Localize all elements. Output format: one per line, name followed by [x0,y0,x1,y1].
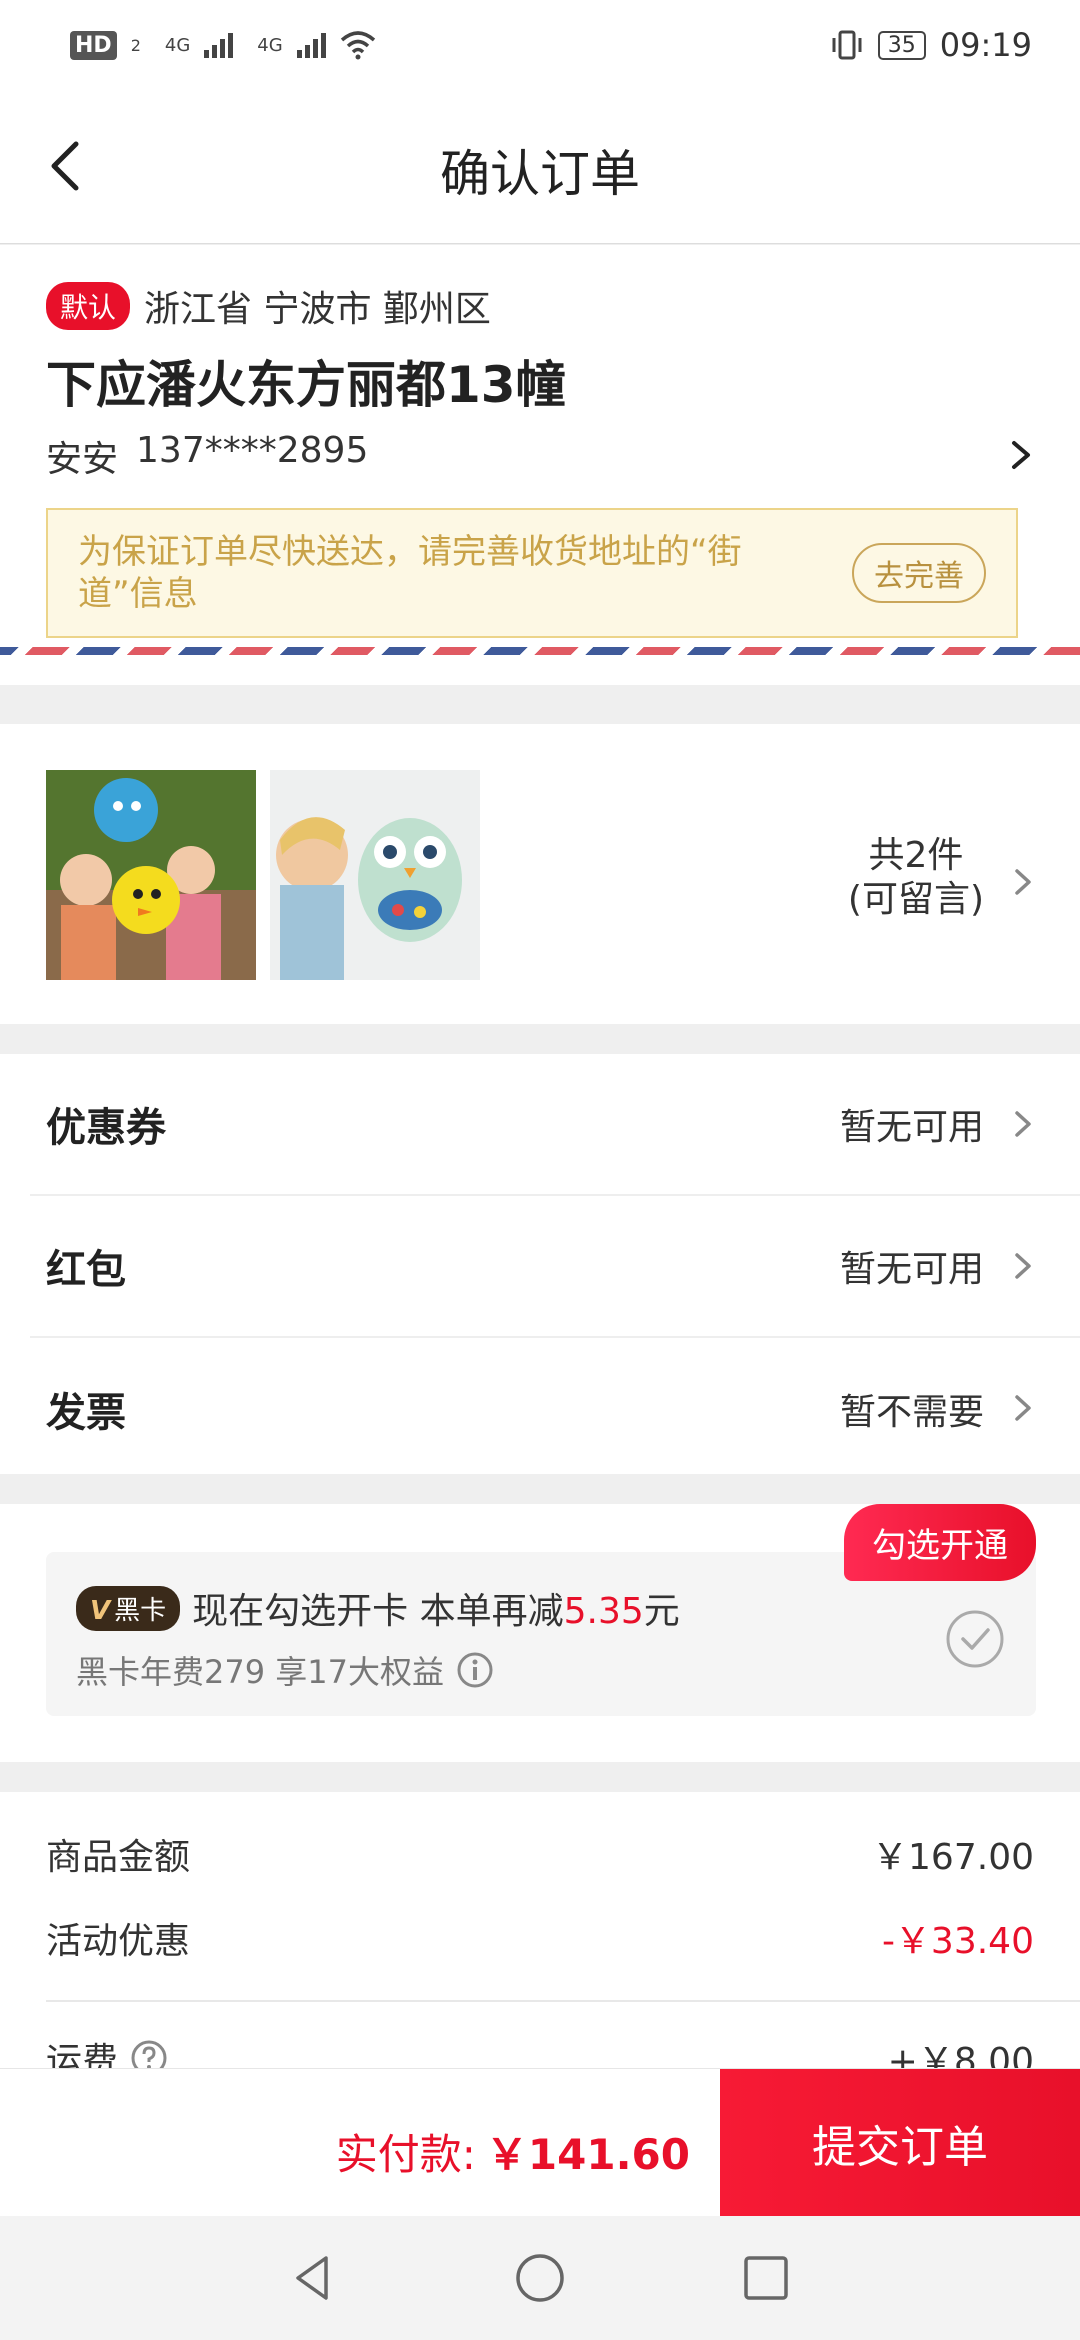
red-packet-value: 暂无可用 [839,1249,984,1290]
status-left: HD 2 4G 4G [70,30,376,60]
promo-prefix: 现在勾选开卡 本单再减 [192,1591,564,1632]
shipping-address-card[interactable]: 默认 浙江省 宁波市 鄞州区 下应潘火东方丽都13幢 安安 137****289… [0,245,1080,685]
network-type-2: 4G [257,34,283,56]
black-card-fee: 黑卡年费279 享17大权益 [76,1653,444,1691]
invoice-row[interactable]: 发票 暂不需要 [30,1338,1080,1480]
page-title: 确认订单 [440,145,640,203]
price-summary: 商品金额 ￥167.00 活动优惠 -￥33.40 运费 +￥8.00 [0,1792,1080,2082]
address-detail: 下应潘火东方丽都13幢 [46,356,566,414]
signal-icon [204,32,234,58]
checkout-bar: 实付款: ￥141.60 提交订单 [0,2068,1080,2217]
recents-square-icon[interactable] [738,2250,794,2306]
signal-icon-2 [296,32,326,58]
product-thumbnail-balls[interactable] [46,770,256,980]
payable-label: 实付款: [335,2130,476,2179]
payable-amount: 实付款: ￥141.60 [336,2121,690,2182]
goods-amount-row: 商品金额 ￥167.00 [46,1828,1034,1880]
address-notice: 为保证订单尽快送达，请完善收货地址的“街道”信息 去完善 [46,508,1018,638]
default-badge: 默认 [46,282,131,330]
payable-value: ￥141.60 [485,2130,690,2179]
activity-discount-row: 活动优惠 -￥33.40 [46,1912,1034,1964]
black-card-badge: V 黑卡 [76,1585,181,1631]
black-card-promo-text: 现在勾选开卡 本单再减5.35元 [192,1582,680,1634]
recipient-phone: 137****2895 [136,430,369,471]
address-region-line: 默认 浙江省 宁波市 鄞州区 [46,280,491,332]
product-message-hint: (可留言) [847,879,984,920]
promo-unit: 元 [643,1591,680,1632]
chevron-right-icon[interactable] [1004,435,1038,475]
recipient-name: 安安 [46,439,119,480]
black-card-v: V [90,1595,111,1626]
nav-bar: 确认订单 [0,90,1080,244]
network-type-1: 4G [164,34,191,56]
open-black-card-tag[interactable]: 勾选开通 [844,1504,1036,1581]
system-navigation-bar [0,2216,1080,2340]
status-right: 35 09:19 [830,26,1032,64]
product-count-text: 共2件 [868,835,964,876]
status-bar: HD 2 4G 4G 35 09:19 [0,0,1080,90]
product-list[interactable]: 共2件 (可留言) [0,724,1080,1024]
black-card-checkbox[interactable] [944,1608,1006,1670]
promo-amount: 5.35 [563,1591,644,1632]
info-icon[interactable] [456,1651,494,1689]
goods-amount-label: 商品金额 [46,1837,191,1878]
invoice-label: 发票 [46,1390,126,1436]
coupon-label: 优惠券 [46,1105,166,1151]
chevron-right-icon[interactable] [1008,864,1038,900]
chevron-right-icon [1015,1253,1031,1279]
product-thumbnail-owl-toy[interactable] [270,770,480,980]
submit-order-button[interactable]: 提交订单 [720,2069,1080,2217]
home-circle-icon[interactable] [512,2250,568,2306]
black-card-promo-line: V 黑卡 现在勾选开卡 本单再减5.35元 [76,1582,680,1634]
back-triangle-icon[interactable] [286,2250,342,2306]
clock: 09:19 [939,26,1032,64]
chevron-right-icon [1015,1395,1031,1421]
goods-amount-value: ￥167.00 [872,1837,1034,1878]
hd-icon: HD [70,30,117,60]
battery-icon: 35 [877,30,926,60]
product-count: 共2件 (可留言) [848,834,984,922]
black-card-fee-line: 黑卡年费279 享17大权益 [76,1647,494,1693]
chevron-right-icon [1015,1111,1031,1137]
red-packet-label: 红包 [46,1247,126,1293]
activity-discount-label: 活动优惠 [46,1921,191,1962]
activity-discount-value: -￥33.40 [881,1921,1034,1962]
wifi-icon [340,31,375,60]
complete-address-button[interactable]: 去完善 [852,543,986,603]
coupon-row[interactable]: 优惠券 暂无可用 [30,1054,1080,1196]
vibrate-icon [832,30,862,60]
black-card-badge-text: 黑卡 [114,1595,167,1626]
notice-text: 为保证订单尽快送达，请完善收货地址的“街道”信息 [78,532,742,614]
invoice-value: 暂不需要 [839,1392,984,1433]
order-options: 优惠券 暂无可用 红包 暂无可用 发票 暂不需要 [0,1054,1080,1474]
coupon-value: 暂无可用 [839,1107,984,1148]
airmail-border [0,647,1080,655]
divider [46,2000,1080,2002]
black-card-section: V 黑卡 现在勾选开卡 本单再减5.35元 黑卡年费279 享17大权益 勾选开通 [0,1504,1080,1762]
confirm-order-page: HD 2 4G 4G 35 09:19 确认订单 默认 浙江省 宁波市 鄞州区 … [0,0,1080,2340]
hd-sub: 2 [130,35,141,55]
address-contact: 安安 137****2895 [46,430,368,482]
red-packet-row[interactable]: 红包 暂无可用 [30,1196,1080,1338]
address-region: 浙江省 宁波市 鄞州区 [144,289,491,330]
